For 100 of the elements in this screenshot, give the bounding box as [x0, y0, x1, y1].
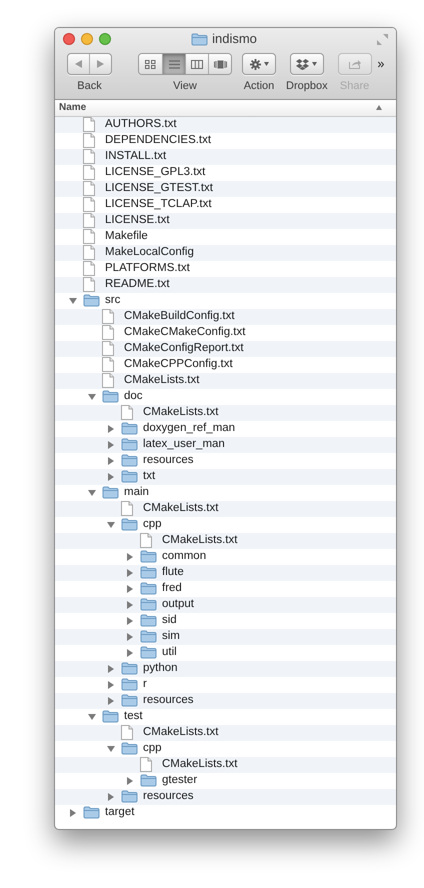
disclosure-triangle-icon[interactable]	[107, 472, 115, 480]
file-row[interactable]: output	[55, 596, 396, 612]
folder-icon	[140, 614, 157, 627]
view-mode-button[interactable]	[162, 54, 185, 74]
file-name: MakeLocalConfig	[105, 246, 194, 258]
back-forward-control[interactable]	[67, 53, 112, 75]
file-row[interactable]: resources	[55, 452, 396, 468]
disclosure-triangle-icon[interactable]	[107, 664, 115, 672]
file-name: r	[143, 678, 147, 690]
file-row[interactable]: resources	[55, 692, 396, 708]
forward-arrow-icon	[97, 60, 104, 68]
file-name: CMakeLists.txt	[143, 726, 218, 738]
document-icon	[83, 197, 95, 212]
disclosure-triangle-icon[interactable]	[107, 440, 115, 448]
disclosure-triangle-icon[interactable]	[69, 808, 77, 816]
icon-grid-icon	[145, 60, 156, 68]
file-name: python	[143, 662, 178, 674]
folder-icon	[102, 486, 119, 499]
file-row[interactable]: AUTHORS.txt	[55, 116, 396, 132]
disclosure-triangle-icon[interactable]	[107, 680, 115, 688]
file-name: cpp	[143, 742, 162, 754]
disclosure-triangle-icon[interactable]	[69, 296, 77, 304]
file-row[interactable]: resources	[55, 788, 396, 804]
file-name: LICENSE_TCLAP.txt	[105, 198, 212, 210]
file-name: CMakeLists.txt	[124, 374, 200, 386]
toolbar-label: Dropbox	[286, 79, 328, 94]
file-row[interactable]: flute	[55, 564, 396, 580]
view-mode-button[interactable]	[139, 54, 162, 74]
minimize-button[interactable]	[81, 33, 93, 45]
disclosure-triangle-icon[interactable]	[126, 616, 134, 624]
view-mode-button[interactable]	[185, 54, 208, 74]
file-row[interactable]: txt	[55, 468, 396, 484]
file-row[interactable]: LICENSE.txt	[55, 212, 396, 228]
document-icon	[83, 277, 95, 292]
file-row[interactable]: target	[55, 804, 396, 820]
file-name: LICENSE_GTEST.txt	[105, 182, 214, 194]
folder-icon	[121, 422, 138, 435]
file-row[interactable]: sim	[55, 628, 396, 644]
disclosure-triangle-icon[interactable]	[126, 632, 134, 640]
file-name: util	[162, 646, 177, 658]
folder-icon	[140, 646, 157, 659]
file-row[interactable]: CMakeLists.txt	[55, 372, 396, 388]
file-row[interactable]: sid	[55, 612, 396, 628]
disclosure-triangle-icon[interactable]	[107, 520, 115, 528]
disclosure-triangle-icon[interactable]	[107, 424, 115, 432]
file-row[interactable]: LICENSE_GTEST.txt	[55, 180, 396, 196]
disclosure-triangle-icon[interactable]	[88, 488, 96, 496]
caret-icon	[312, 62, 318, 66]
file-row[interactable]: INSTALL.txt	[55, 148, 396, 164]
file-name: CMakeLists.txt	[162, 758, 238, 770]
disclosure-triangle-icon[interactable]	[126, 776, 134, 784]
folder-icon	[140, 550, 157, 563]
document-icon	[83, 213, 95, 228]
file-name: doxygen_ref_man	[143, 422, 236, 434]
disclosure-triangle-icon[interactable]	[126, 552, 134, 560]
file-name: CMakeCMakeConfig.txt	[124, 326, 246, 338]
file-name: CMakeLists.txt	[143, 502, 218, 514]
document-icon	[83, 229, 95, 244]
action-menu-button[interactable]	[242, 53, 276, 75]
dropbox-menu-button[interactable]	[290, 53, 324, 75]
file-row[interactable]: CMakeLists.txt	[55, 756, 396, 772]
disclosure-triangle-icon[interactable]	[126, 584, 134, 592]
file-row[interactable]: CMakeBuildConfig.txt	[55, 308, 396, 324]
zoom-button[interactable]	[99, 33, 111, 45]
disclosure-triangle-icon[interactable]	[126, 568, 134, 576]
document-icon	[83, 245, 95, 260]
view-switcher[interactable]	[138, 53, 232, 75]
file-row[interactable]: r	[55, 676, 396, 692]
close-button[interactable]	[63, 33, 75, 45]
file-row[interactable]: CMakeLists.txt	[55, 532, 396, 548]
disclosure-triangle-icon[interactable]	[107, 744, 115, 752]
file-row[interactable]: CMakeLists.txt	[55, 500, 396, 516]
sort-ascending-icon	[376, 105, 382, 110]
document-icon	[102, 357, 114, 372]
file-row[interactable]: python	[55, 660, 396, 676]
file-row[interactable]: latex_user_man	[55, 436, 396, 452]
document-icon	[83, 181, 95, 196]
file-row[interactable]: util	[55, 644, 396, 660]
file-row[interactable]: MakeLocalConfig	[55, 244, 396, 260]
view-mode-button[interactable]	[208, 54, 231, 74]
file-name: main	[124, 486, 149, 498]
column-header[interactable]: Name	[55, 100, 396, 116]
file-name: latex_user_man	[143, 438, 225, 450]
file-name: gtester	[162, 774, 198, 786]
back-arrow-icon	[75, 60, 82, 68]
double-chevron-icon[interactable]	[378, 60, 384, 69]
file-row[interactable]: README.txt	[55, 276, 396, 292]
disclosure-triangle-icon[interactable]	[107, 696, 115, 704]
disclosure-triangle-icon[interactable]	[88, 392, 96, 400]
disclosure-triangle-icon[interactable]	[126, 648, 134, 656]
disclosure-triangle-icon[interactable]	[88, 712, 96, 720]
disclosure-triangle-icon[interactable]	[107, 456, 115, 464]
file-row[interactable]: CMakeLists.txt	[55, 404, 396, 420]
file-row[interactable]: fred	[55, 580, 396, 596]
file-name: cpp	[143, 518, 162, 530]
file-row[interactable]: CMakeConfigReport.txt	[55, 340, 396, 356]
disclosure-triangle-icon[interactable]	[107, 792, 115, 800]
disclosure-triangle-icon[interactable]	[126, 600, 134, 608]
file-row[interactable]: CMakeLists.txt	[55, 724, 396, 740]
folder-icon	[121, 678, 138, 691]
